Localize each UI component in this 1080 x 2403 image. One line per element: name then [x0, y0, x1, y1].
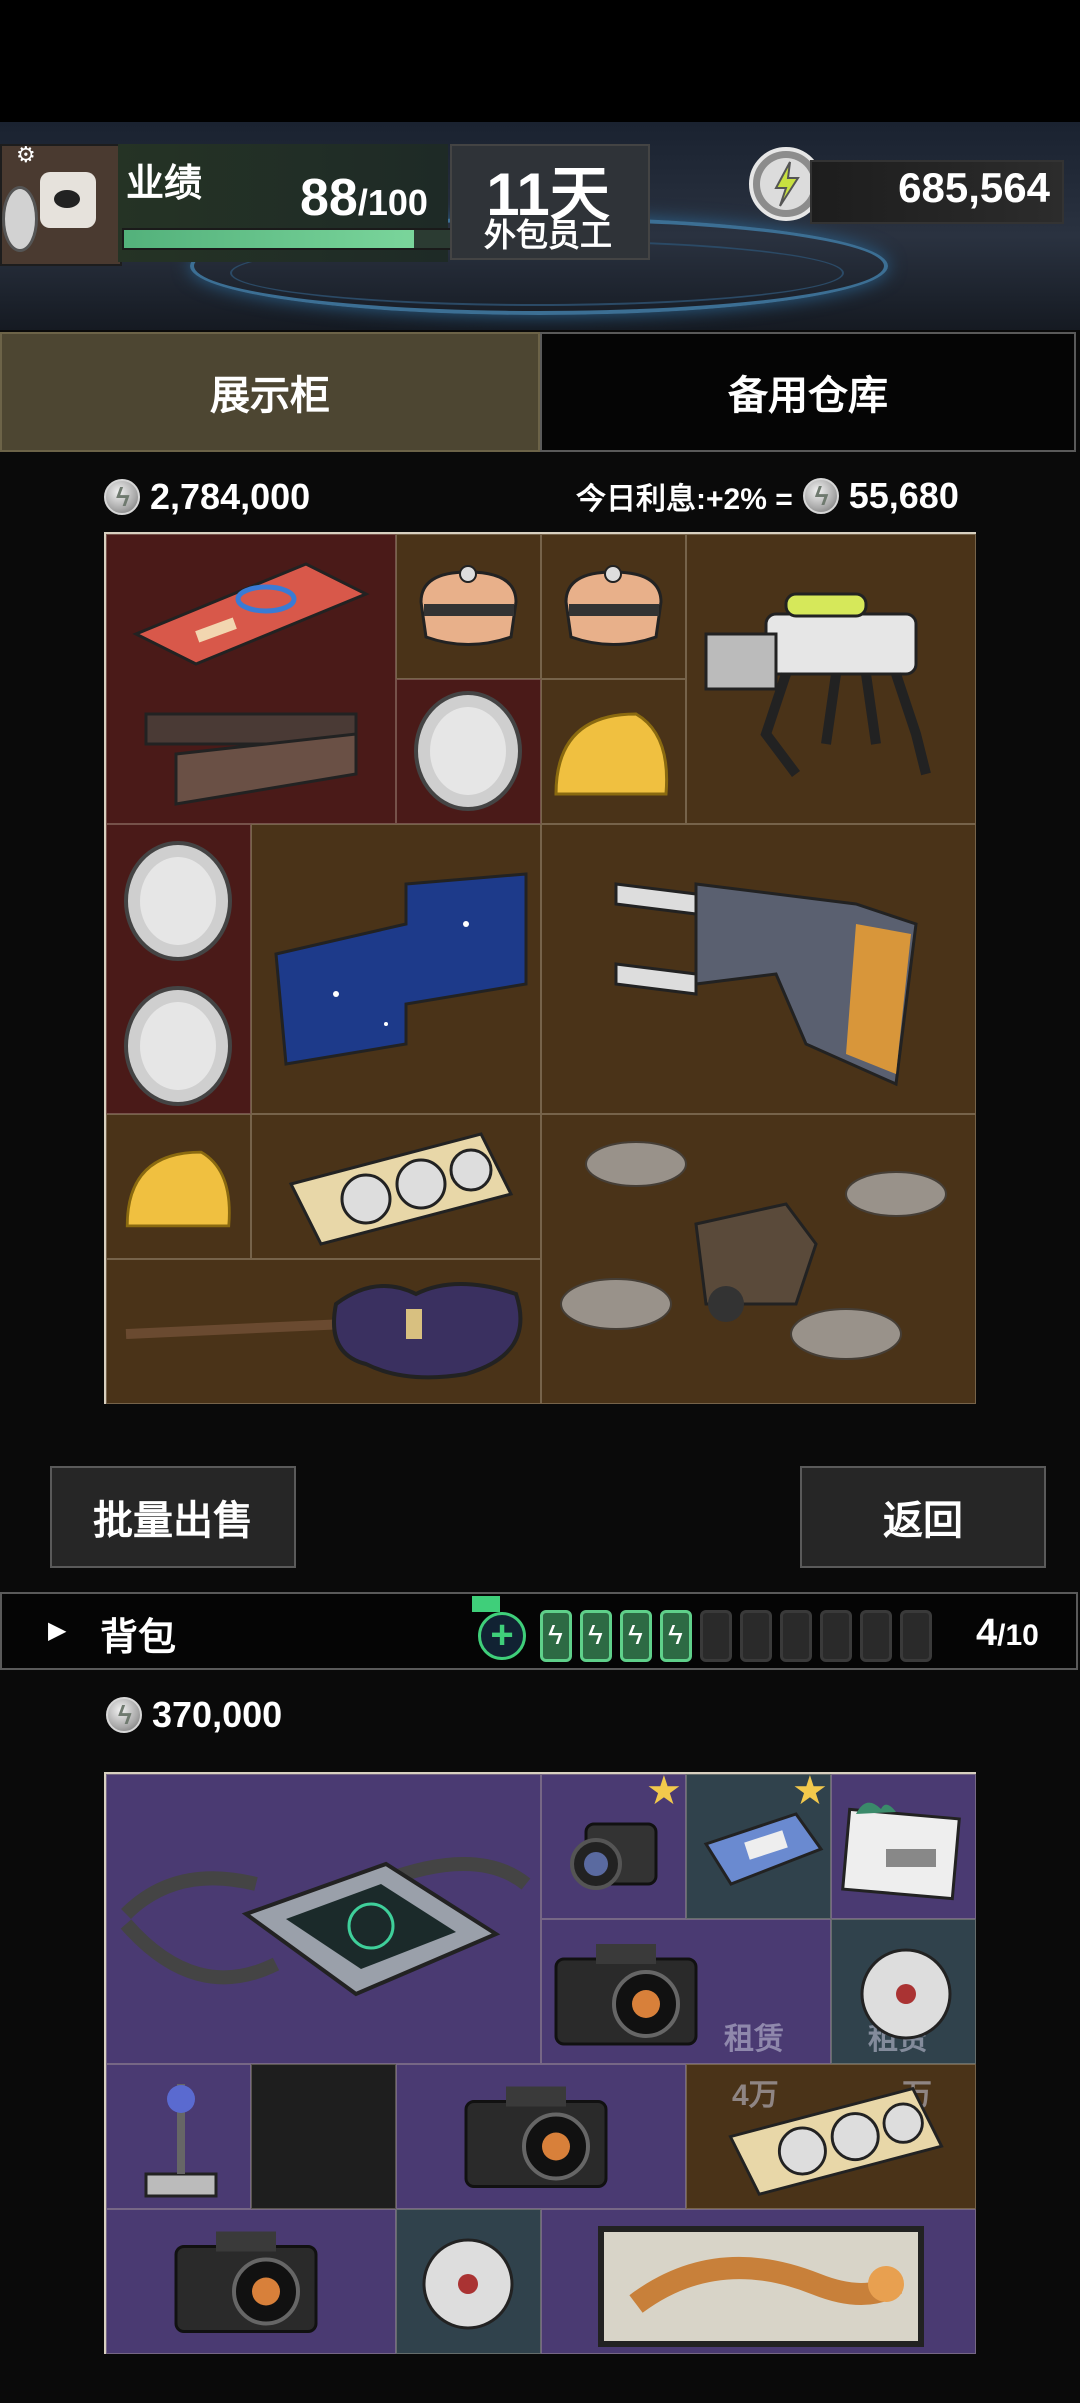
graphics-card-icon[interactable] [716, 2079, 956, 2199]
battery-empty-icon [820, 1610, 852, 1662]
cabinet-value-row: 2,784,000 [104, 476, 310, 518]
cabinet-value: 2,784,000 [150, 476, 311, 517]
sword-statue-icon[interactable] [131, 2074, 231, 2204]
battery-full-icon [620, 1610, 652, 1662]
gear-icon[interactable]: ⚙ [16, 142, 36, 168]
camera-icon[interactable] [456, 2074, 616, 2199]
status-bar [0, 0, 1080, 122]
battery-full-icon [580, 1610, 612, 1662]
disc-icon[interactable] [418, 2234, 518, 2334]
disc-icon[interactable] [856, 1944, 956, 2044]
add-battery-icon[interactable]: + [478, 1612, 526, 1660]
interest-value: 55,680 [848, 475, 959, 516]
performance-progress-bar [122, 228, 456, 250]
performance-progress-fill [124, 230, 415, 248]
empty-slot[interactable] [251, 2064, 396, 2209]
camera-icon[interactable] [546, 1934, 706, 2054]
radar-device-icon[interactable] [116, 1824, 536, 2024]
robot-head-icon[interactable] [551, 562, 676, 652]
flag-icon [472, 1596, 500, 1612]
backpack-capacity: 4/10 [976, 1612, 1039, 1654]
rent-label: 租赁 [724, 2023, 784, 2056]
camera-scope-icon[interactable] [556, 1794, 676, 1904]
header: ⚙ 业绩 88/100 11天 外包员工 685,564 [0, 122, 1080, 330]
battery-empty-icon [860, 1610, 892, 1662]
tiger-painting-icon[interactable] [596, 2224, 926, 2349]
gold-cheese-icon[interactable] [546, 704, 676, 804]
back-button[interactable]: 返回 [800, 1466, 1046, 1568]
performance-value: 88/100 [300, 169, 428, 227]
coin-icon [106, 1697, 142, 1733]
tab-spare-warehouse[interactable]: 备用仓库 [540, 332, 1076, 452]
interest-label: 今日利息:+2% = [576, 483, 793, 516]
tab-display-cabinet[interactable]: 展示柜 [0, 332, 540, 452]
interest-row: 今日利息:+2% = 55,680 [576, 474, 959, 518]
battery-full-icon [660, 1610, 692, 1662]
silver-coin-icon[interactable] [121, 839, 236, 964]
meta-card-icon[interactable] [126, 554, 376, 674]
coin-icon [104, 479, 140, 515]
backpack-value: 370,000 [152, 1694, 283, 1735]
robot-head-icon[interactable] [406, 562, 531, 652]
chocolate-bars-icon[interactable] [136, 704, 366, 814]
expand-arrow-icon[interactable]: ▶ [48, 1616, 66, 1645]
document-icon[interactable] [836, 1794, 966, 1904]
robot-dog-icon[interactable] [696, 574, 966, 804]
map-tablet-icon[interactable] [266, 864, 536, 1074]
battery-empty-icon [900, 1610, 932, 1662]
silver-coin-icon[interactable] [121, 984, 236, 1109]
backpack-title: 背包 [100, 1617, 177, 1659]
guitar-icon[interactable] [116, 1264, 536, 1394]
portable-device-icon[interactable] [696, 1804, 826, 1894]
battery-empty-icon [700, 1610, 732, 1662]
currency-value: 685,564 [898, 164, 1050, 211]
backpack-grid: 租赁 租赁 4万 万 ★ ★ [104, 1769, 976, 2354]
battery-full-icon [540, 1610, 572, 1662]
rank-label: 外包员工 [483, 217, 612, 253]
backpack-value-row: 370,000 [106, 1694, 282, 1736]
display-cabinet-grid [104, 532, 976, 1404]
bulk-sell-button[interactable]: 批量出售 [50, 1466, 296, 1568]
silver-coin-icon[interactable] [411, 689, 526, 814]
drone-icon[interactable] [556, 1134, 966, 1384]
camera-icon[interactable] [166, 2219, 326, 2344]
performance-label: 业绩 [126, 163, 203, 205]
battery-empty-icon [780, 1610, 812, 1662]
coin-icon [802, 478, 839, 514]
battery-empty-icon [740, 1610, 772, 1662]
graphics-card-icon[interactable] [281, 1124, 521, 1249]
gloves-icon[interactable] [606, 864, 926, 1104]
gold-cheese-icon[interactable] [118, 1134, 238, 1244]
